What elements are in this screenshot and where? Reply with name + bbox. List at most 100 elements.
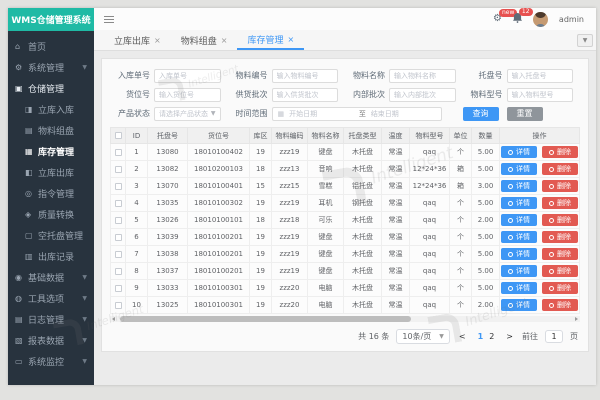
row-actions-cell: 详情删除	[500, 161, 580, 178]
delete-button[interactable]: 删除	[542, 248, 578, 260]
row-checkbox[interactable]	[115, 217, 122, 224]
column-header: 托盘号	[148, 128, 188, 144]
tab-overflow-chevron-down-icon[interactable]: ▼	[577, 34, 593, 47]
search-form-row-1: 入库单号物料编号物料名称托盘号	[110, 66, 580, 85]
scroll-left-arrow-icon[interactable]	[112, 317, 115, 321]
select-all-checkbox[interactable]	[115, 132, 122, 139]
tab-close-icon[interactable]: ×	[221, 36, 228, 45]
table-cell: 木托盘	[344, 161, 382, 178]
sidebar-item-empty-pallet[interactable]: ▢空托盘管理	[8, 225, 94, 246]
table-cell: 13033	[148, 280, 188, 297]
detail-button-label: 详情	[516, 147, 530, 157]
sidebar-item-command[interactable]: ◎指令管理	[8, 183, 94, 204]
sidebar-item-tools[interactable]: ◍工具选项▼	[8, 288, 94, 309]
detail-button[interactable]: 详情	[501, 299, 537, 311]
reset-button[interactable]: 重置	[507, 107, 543, 121]
info-circle-icon	[508, 269, 513, 274]
sidebar-item-monitor[interactable]: ▭系统监控▼	[8, 351, 94, 372]
table-row: 9130331801010030119zzz20电脑木托盘常温qaq个5.00详…	[111, 280, 580, 297]
sidebar-item-logs[interactable]: ▤日志管理▼	[8, 309, 94, 330]
tab-material-group[interactable]: 物料组盘×	[171, 30, 238, 50]
sidebar-item-inbound[interactable]: ◨立库入库	[8, 99, 94, 120]
date-range-picker[interactable]: ▦ 开始日期 至 结束日期	[272, 107, 442, 121]
settings-gear-icon[interactable]: ⚙new	[493, 14, 502, 24]
row-checkbox[interactable]	[115, 200, 122, 207]
row-actions: 详情删除	[500, 197, 579, 209]
notification-bell-icon[interactable]: 12	[513, 13, 522, 26]
menu-toggle-icon[interactable]	[104, 16, 114, 23]
delete-button[interactable]: 删除	[542, 231, 578, 243]
delete-button[interactable]: 删除	[542, 146, 578, 158]
tab-close-icon[interactable]: ×	[287, 35, 294, 44]
page-number-1[interactable]: 1	[475, 332, 487, 341]
row-checkbox[interactable]	[115, 302, 122, 309]
detail-button[interactable]: 详情	[501, 197, 537, 209]
form-field-internal-batch: 内部批次	[345, 88, 463, 102]
goto-page-input[interactable]	[545, 330, 563, 343]
table-cell: 13037	[148, 263, 188, 280]
sidebar-item-system[interactable]: ⚙系统管理▼	[8, 57, 94, 78]
row-select-cell	[111, 161, 126, 178]
row-checkbox[interactable]	[115, 234, 122, 241]
user-avatar[interactable]	[533, 12, 548, 27]
delete-button[interactable]: 删除	[542, 163, 578, 175]
row-checkbox[interactable]	[115, 183, 122, 190]
sidebar-item-home[interactable]: ⌂首页	[8, 36, 94, 57]
detail-button[interactable]: 详情	[501, 180, 537, 192]
next-page-button[interactable]: >	[504, 332, 515, 341]
sidebar-item-outbound[interactable]: ◧立库出库	[8, 162, 94, 183]
table-row: 3130701801010040115zzz15雪糕铝托盘常温12*24*36箱…	[111, 178, 580, 195]
row-checkbox[interactable]	[115, 149, 122, 156]
material-name-input[interactable]	[389, 69, 456, 83]
sidebar-item-base-data[interactable]: ◉基础数据▼	[8, 267, 94, 288]
sidebar-item-inventory[interactable]: ▦库存管理	[8, 141, 94, 162]
material-no-input[interactable]	[272, 69, 339, 83]
location-no-input[interactable]	[154, 88, 221, 102]
delete-button[interactable]: 删除	[542, 299, 578, 311]
internal-batch-input[interactable]	[389, 88, 456, 102]
detail-button[interactable]: 详情	[501, 163, 537, 175]
detail-button[interactable]: 详情	[501, 282, 537, 294]
tab-inventory[interactable]: 库存管理×	[237, 30, 304, 50]
delete-button[interactable]: 删除	[542, 197, 578, 209]
page-number-2[interactable]: 2	[486, 332, 497, 341]
sidebar: WMS仓储管理系统 ⌂首页⚙系统管理▼▣仓储管理◨立库入库▤物料组盘▦库存管理◧…	[8, 8, 94, 385]
detail-button[interactable]: 详情	[501, 146, 537, 158]
sidebar-item-quality[interactable]: ◈质量转换	[8, 204, 94, 225]
row-checkbox[interactable]	[115, 268, 122, 275]
scrollbar-thumb[interactable]	[120, 316, 411, 322]
page-size-select[interactable]: 10条/页▼	[396, 329, 450, 344]
sidebar-item-outbound-record[interactable]: ▥出库记录	[8, 246, 94, 267]
material-model-input[interactable]	[507, 88, 574, 102]
delete-button[interactable]: 删除	[542, 180, 578, 192]
horizontal-scrollbar[interactable]	[110, 316, 580, 322]
sidebar-item-material-group[interactable]: ▤物料组盘	[8, 120, 94, 141]
detail-button[interactable]: 详情	[501, 265, 537, 277]
detail-button[interactable]: 详情	[501, 214, 537, 226]
sidebar-item-reports[interactable]: ▧报表数据▼	[8, 330, 94, 351]
column-header: ID	[126, 128, 148, 144]
pallet-no-input[interactable]	[507, 69, 574, 83]
delete-button[interactable]: 删除	[542, 282, 578, 294]
tab-close-icon[interactable]: ×	[154, 36, 161, 45]
prev-page-button[interactable]: <	[457, 332, 468, 341]
search-button[interactable]: 查询	[463, 107, 499, 121]
delete-button[interactable]: 删除	[542, 214, 578, 226]
scroll-right-arrow-icon[interactable]	[575, 317, 578, 321]
detail-button[interactable]: 详情	[501, 231, 537, 243]
row-checkbox[interactable]	[115, 251, 122, 258]
delete-button[interactable]: 删除	[542, 265, 578, 277]
table-cell: 个	[450, 297, 472, 314]
detail-button[interactable]: 详情	[501, 248, 537, 260]
select-all-header	[111, 128, 126, 144]
supply-batch-input[interactable]	[272, 88, 339, 102]
tab-outbound[interactable]: 立库出库×	[104, 30, 171, 50]
inventory-card: 入库单号物料编号物料名称托盘号货位号供货批次内部批次物料型号 产品状态 请选择产…	[101, 58, 589, 352]
sidebar-item-warehouse[interactable]: ▣仓储管理	[8, 78, 94, 99]
inbound-no-input[interactable]	[154, 69, 221, 83]
row-checkbox[interactable]	[115, 166, 122, 173]
top-bar: ⚙new 12 admin	[94, 8, 596, 30]
row-checkbox[interactable]	[115, 285, 122, 292]
table-cell: qaq	[410, 297, 450, 314]
product-status-select[interactable]: 请选择产品状态▼	[154, 107, 221, 121]
